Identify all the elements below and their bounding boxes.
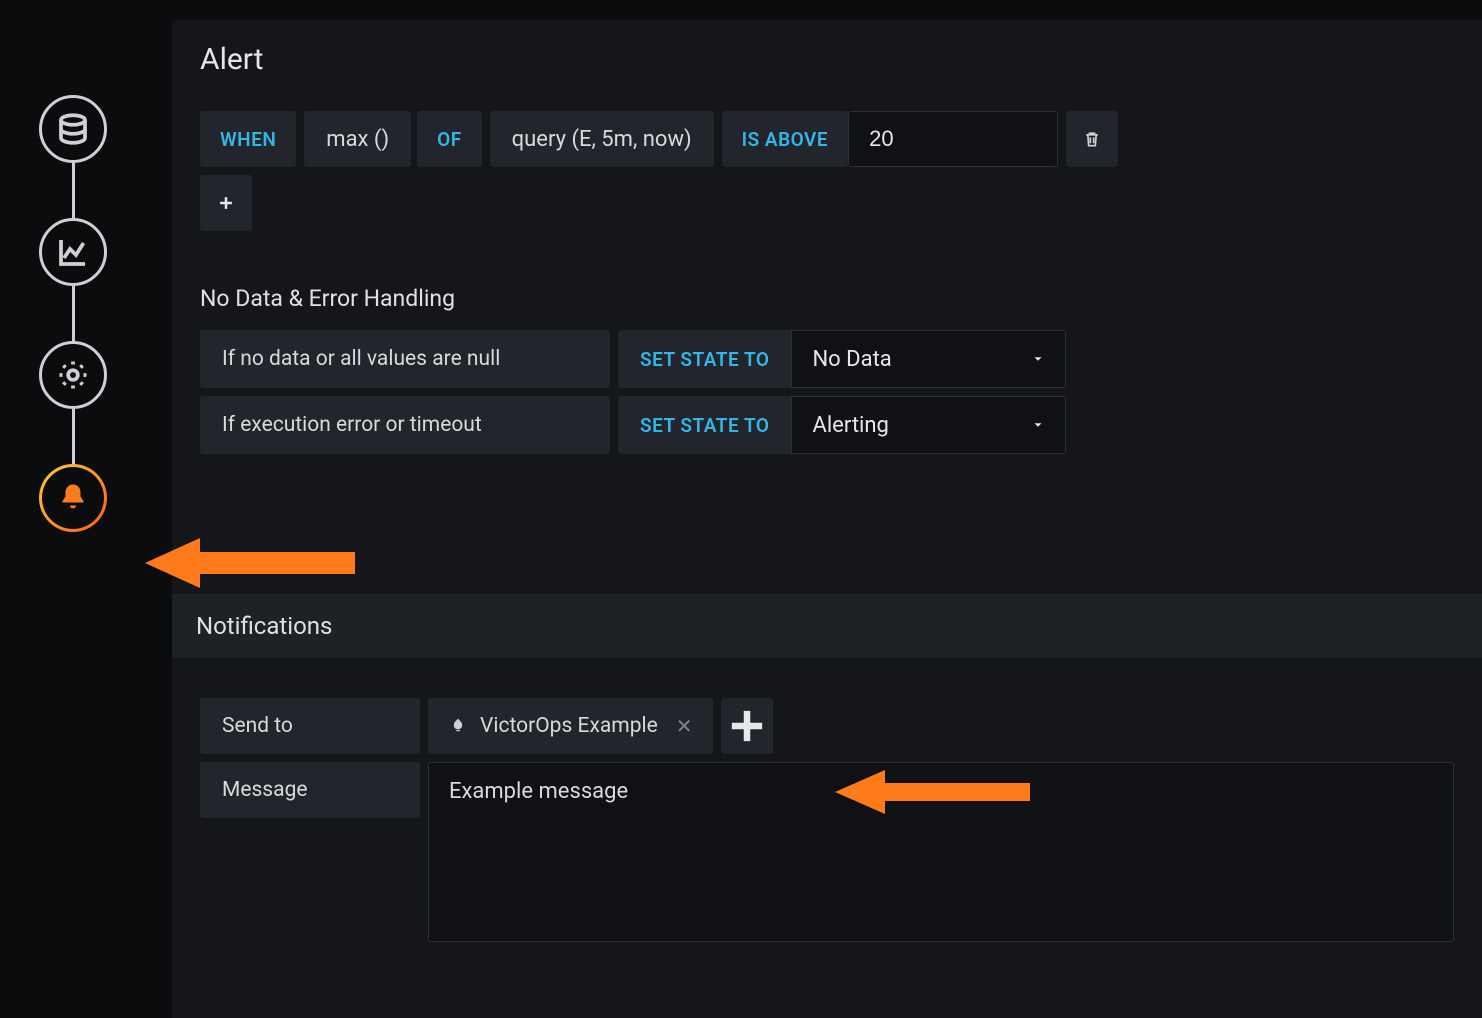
trash-icon <box>1082 129 1102 149</box>
when-keyword[interactable]: WHEN <box>200 111 296 167</box>
bell-icon <box>55 480 91 516</box>
edit-panel-stepper <box>28 95 118 532</box>
step-datasource[interactable] <box>39 95 107 163</box>
message-label: Message <box>200 762 420 818</box>
send-to-row: Send to VictorOps Example ✕ <box>200 698 1454 754</box>
gear-icon <box>55 357 91 393</box>
of-keyword: OF <box>417 111 482 167</box>
notifications-heading: Notifications <box>172 594 1482 658</box>
reducer-func[interactable]: max () <box>304 111 411 167</box>
evaluator-group: IS ABOVE <box>722 111 1058 167</box>
query-ref[interactable]: query (E, 5m, now) <box>490 111 714 167</box>
step-visualization[interactable] <box>39 218 107 286</box>
stepper-connector <box>72 286 75 341</box>
delete-condition-button[interactable] <box>1066 111 1118 167</box>
if-no-data-label: If no data or all values are null <box>200 330 610 388</box>
plus-icon <box>216 193 236 213</box>
add-condition-button[interactable] <box>200 175 252 231</box>
message-row: Message <box>200 762 1454 942</box>
set-state-to-label: SET STATE TO <box>618 330 791 388</box>
step-alert[interactable] <box>39 464 107 532</box>
if-error-label: If execution error or timeout <box>200 396 610 454</box>
chevron-down-icon <box>1031 413 1045 438</box>
evaluator-type[interactable]: IS ABOVE <box>722 111 848 167</box>
nodata-heading: No Data & Error Handling <box>172 231 1482 330</box>
error-state-select[interactable]: Alerting <box>791 396 1066 454</box>
chart-icon <box>55 234 91 270</box>
stepper-connector <box>72 163 75 218</box>
plus-icon <box>721 700 773 752</box>
remove-channel-button[interactable]: ✕ <box>676 714 693 738</box>
nodata-rows: If no data or all values are null SET ST… <box>172 330 1482 454</box>
victorops-icon <box>448 716 468 736</box>
reducer-of-group: max () OF <box>304 111 481 167</box>
panel-title: Alert <box>172 20 1482 111</box>
send-to-label: Send to <box>200 698 420 754</box>
set-state-to-label: SET STATE TO <box>618 396 791 454</box>
notification-channel-chip[interactable]: VictorOps Example ✕ <box>428 698 713 754</box>
nodata-row: If no data or all values are null SET ST… <box>200 330 1454 388</box>
database-icon <box>55 111 91 147</box>
condition-row: WHEN max () OF query (E, 5m, now) IS ABO… <box>172 111 1482 167</box>
notifications-body: Send to VictorOps Example ✕ Message <box>172 658 1482 942</box>
step-general[interactable] <box>39 341 107 409</box>
stepper-connector <box>72 409 75 464</box>
add-channel-button[interactable] <box>721 698 773 754</box>
annotation-arrow <box>145 528 365 598</box>
error-row: If execution error or timeout SET STATE … <box>200 396 1454 454</box>
annotation-arrow <box>835 762 1035 822</box>
alert-panel: Alert WHEN max () OF query (E, 5m, now) … <box>172 20 1482 1018</box>
threshold-input[interactable] <box>848 111 1058 167</box>
chevron-down-icon <box>1031 347 1045 372</box>
no-data-state-select[interactable]: No Data <box>791 330 1066 388</box>
